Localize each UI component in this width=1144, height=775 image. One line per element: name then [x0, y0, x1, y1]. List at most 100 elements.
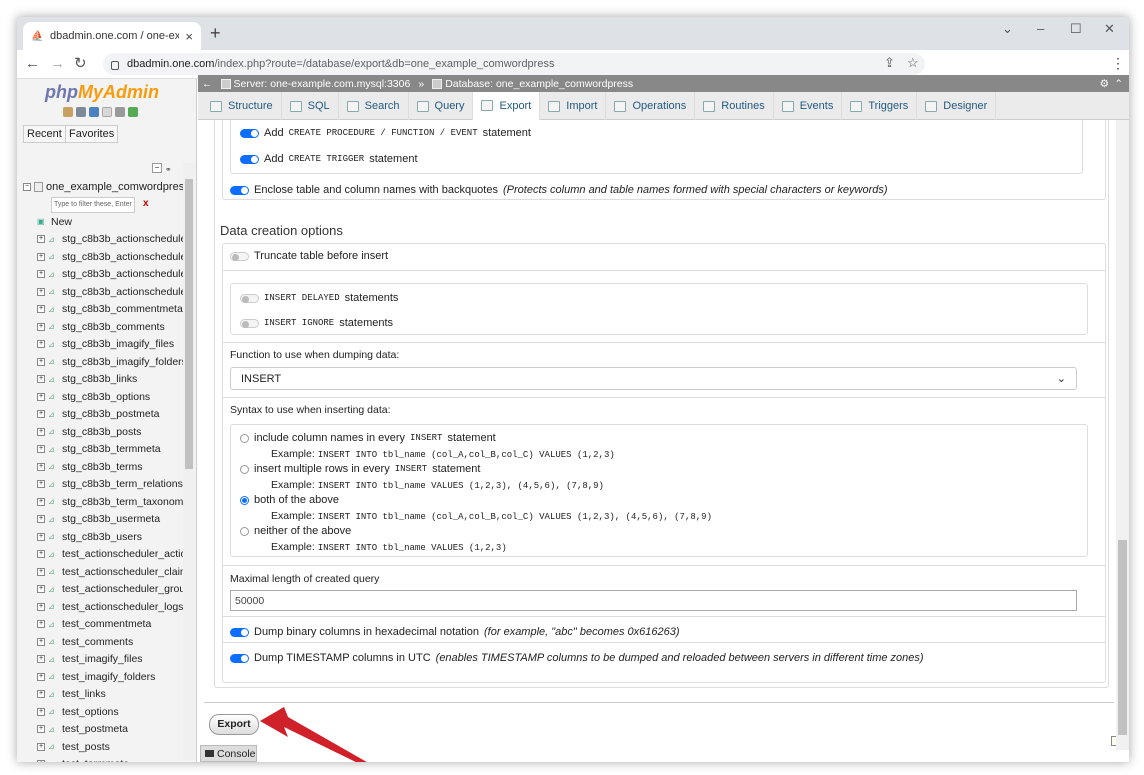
- tab-close-icon[interactable]: ×: [185, 29, 193, 44]
- docs-icon[interactable]: [102, 107, 112, 117]
- reload-nav-icon[interactable]: [128, 107, 138, 117]
- main-scrollbar[interactable]: [1116, 120, 1129, 750]
- table-item[interactable]: + ⊿ stg_c8b3b_usermeta: [37, 511, 187, 529]
- tab-export[interactable]: Export: [473, 92, 541, 120]
- table-item[interactable]: + ⊿ stg_c8b3b_actionschedule: [37, 248, 187, 266]
- table-item[interactable]: + ⊿ stg_c8b3b_imagify_files: [37, 336, 187, 354]
- forward-icon[interactable]: →: [50, 54, 65, 74]
- table-item[interactable]: + ⊿ test_actionscheduler_actio: [37, 546, 187, 564]
- tab-import[interactable]: Import: [540, 92, 607, 120]
- settings-gear-icon[interactable]: ⚙: [1100, 78, 1109, 90]
- tab-operations[interactable]: Operations: [606, 92, 696, 120]
- table-item[interactable]: + ⊿ stg_c8b3b_terms: [37, 458, 187, 476]
- table-item[interactable]: + ⊿ test_postmeta: [37, 721, 187, 739]
- expand-icon[interactable]: +: [37, 725, 45, 734]
- expand-icon[interactable]: +: [37, 252, 45, 261]
- sidebar-scrollbar[interactable]: [183, 163, 195, 760]
- expand-icon[interactable]: +: [37, 690, 45, 699]
- expand-icon[interactable]: +: [37, 532, 45, 541]
- minimize-button[interactable]: –: [1037, 21, 1044, 36]
- expand-icon[interactable]: +: [37, 480, 45, 489]
- table-item[interactable]: + ⊿ stg_c8b3b_actionschedule: [37, 231, 187, 249]
- table-item[interactable]: + ⊿ stg_c8b3b_term_relations: [37, 476, 187, 494]
- console-button[interactable]: Console: [200, 745, 257, 762]
- table-item[interactable]: + ⊿ test_comments: [37, 633, 187, 651]
- table-item[interactable]: + ⊿ stg_c8b3b_actionschedule: [37, 283, 187, 301]
- tab-structure[interactable]: Structure: [202, 92, 282, 120]
- tab-query[interactable]: Query: [409, 92, 474, 120]
- tab-sql[interactable]: SQL: [282, 92, 339, 120]
- table-item[interactable]: + ⊿ test_actionscheduler_grou: [37, 581, 187, 599]
- table-item[interactable]: + ⊿ stg_c8b3b_commentmeta: [37, 301, 187, 319]
- table-item[interactable]: + ⊿ stg_c8b3b_imagify_folders: [37, 353, 187, 371]
- home-icon[interactable]: [63, 107, 73, 117]
- expand-icon[interactable]: +: [37, 305, 45, 314]
- browser-tab[interactable]: ⛵ dbadmin.one.com / one-example ×: [23, 22, 201, 50]
- tab-search-icon[interactable]: ⌄: [1002, 21, 1013, 37]
- table-item[interactable]: + ⊿ test_posts: [37, 738, 187, 756]
- expand-icon[interactable]: +: [37, 445, 45, 454]
- table-item[interactable]: + ⊿ stg_c8b3b_posts: [37, 423, 187, 441]
- favorites-button[interactable]: Favorites: [65, 125, 119, 143]
- expand-icon[interactable]: +: [37, 392, 45, 401]
- table-item[interactable]: + ⊿ stg_c8b3b_term_taxonomy: [37, 493, 187, 511]
- expand-icon[interactable]: +: [37, 340, 45, 349]
- tab-triggers[interactable]: Triggers: [842, 92, 918, 120]
- settings-icon[interactable]: [115, 107, 125, 117]
- link-icon[interactable]: ⚭: [165, 165, 172, 174]
- table-item[interactable]: + ⊿ stg_c8b3b_actionschedule: [37, 266, 187, 284]
- table-item[interactable]: + ⊿ stg_c8b3b_postmeta: [37, 406, 187, 424]
- tab-search[interactable]: Search: [339, 92, 409, 120]
- recent-button[interactable]: Recent: [23, 125, 66, 143]
- table-item[interactable]: + ⊿ stg_c8b3b_termmeta: [37, 441, 187, 459]
- bookmark-star-icon[interactable]: ☆: [907, 55, 919, 71]
- expand-icon[interactable]: +: [37, 567, 45, 576]
- expand-icon[interactable]: +: [37, 742, 45, 751]
- collapse-all-icon[interactable]: −: [152, 163, 162, 173]
- reload-icon[interactable]: ↻: [74, 54, 87, 74]
- expand-icon[interactable]: +: [37, 515, 45, 524]
- expand-icon[interactable]: +: [37, 620, 45, 629]
- table-item[interactable]: + ⊿ test_imagify_folders: [37, 668, 187, 686]
- table-item[interactable]: +⊿ test_termmeta: [37, 756, 187, 762]
- maximize-button[interactable]: ☐: [1070, 21, 1082, 37]
- expand-icon[interactable]: +: [37, 462, 45, 471]
- help-icon[interactable]: [89, 107, 99, 117]
- expand-icon[interactable]: +: [37, 270, 45, 279]
- tab-events[interactable]: Events: [774, 92, 843, 120]
- expand-icon[interactable]: +: [37, 760, 45, 762]
- exit-icon[interactable]: [76, 107, 86, 117]
- server-crumb[interactable]: Server: one-example.com.mysql:3306: [220, 78, 410, 90]
- phpmyadmin-logo[interactable]: phpMyAdmin: [45, 82, 159, 103]
- table-item[interactable]: + ⊿ test_options: [37, 703, 187, 721]
- new-tab-button[interactable]: +: [210, 24, 221, 42]
- expand-icon[interactable]: +: [37, 322, 45, 331]
- export-button[interactable]: Export: [209, 714, 259, 735]
- share-icon[interactable]: ⇪: [884, 55, 895, 71]
- collapse-top-icon[interactable]: ⌃: [1114, 78, 1123, 90]
- tab-designer[interactable]: Designer: [917, 92, 997, 120]
- table-item[interactable]: + ⊿ test_imagify_files: [37, 651, 187, 669]
- table-item[interactable]: + ⊿ test_actionscheduler_logs: [37, 598, 187, 616]
- collapse-db-icon[interactable]: −: [23, 183, 31, 191]
- url-field[interactable]: dbadmin.one.com/index.php?route=/databas…: [103, 53, 925, 75]
- expand-icon[interactable]: +: [37, 655, 45, 664]
- collapse-nav-icon[interactable]: ←: [202, 78, 213, 90]
- table-item[interactable]: + ⊿ stg_c8b3b_users: [37, 528, 187, 546]
- expand-icon[interactable]: +: [37, 497, 45, 506]
- expand-icon[interactable]: +: [37, 707, 45, 716]
- expand-icon[interactable]: +: [37, 357, 45, 366]
- filter-clear-button[interactable]: x: [143, 198, 149, 209]
- database-node[interactable]: − one_example_comwordpress: [23, 181, 190, 193]
- close-window-button[interactable]: ✕: [1104, 21, 1115, 37]
- expand-icon[interactable]: +: [37, 550, 45, 559]
- expand-icon[interactable]: +: [37, 287, 45, 296]
- table-item[interactable]: + ⊿ stg_c8b3b_links: [37, 371, 187, 389]
- table-item[interactable]: + ⊿ test_commentmeta: [37, 616, 187, 634]
- database-crumb[interactable]: Database: one_example_comwordpress: [432, 78, 633, 90]
- new-table-item[interactable]: ▣ New: [37, 213, 187, 231]
- browser-menu-icon[interactable]: ⋮: [1111, 55, 1125, 72]
- back-icon[interactable]: ←: [25, 54, 40, 74]
- expand-icon[interactable]: +: [37, 637, 45, 646]
- expand-icon[interactable]: +: [37, 672, 45, 681]
